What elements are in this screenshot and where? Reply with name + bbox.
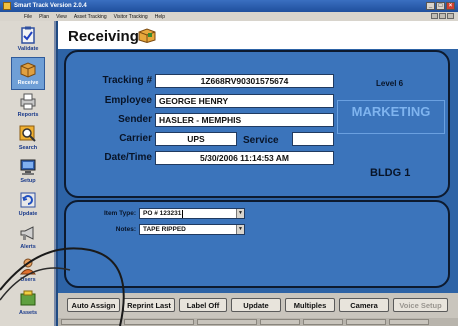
service-label: Service (237, 132, 292, 148)
menu-plan[interactable]: Plan (39, 14, 49, 20)
level-text: Level 6 (376, 79, 404, 88)
sidebar: Validate Receive Reports Search Setup Up… (0, 21, 56, 326)
camera-button[interactable]: Camera (339, 298, 389, 312)
employee-label: Employee (104, 95, 152, 106)
tracking-field[interactable]: 1Z668RV90301575674 (155, 74, 334, 88)
sidebar-item-label: Search (18, 145, 38, 151)
doc-close-button[interactable] (447, 13, 454, 19)
sidebar-item-alerts[interactable]: Alerts (11, 222, 45, 255)
page-title: Receiving (68, 28, 139, 45)
sidebar-item-label: Alerts (20, 244, 36, 250)
close-button[interactable]: × (446, 2, 455, 10)
status-cell (260, 319, 300, 325)
menu-file[interactable]: File (24, 14, 32, 20)
sidebar-item-label: Setup (20, 178, 36, 184)
chevron-down-icon[interactable]: ▼ (236, 209, 244, 218)
department-text: MARKETING (351, 104, 431, 119)
sidebar-item-label: Receive (17, 80, 39, 86)
datetime-label: Date/Time (104, 152, 152, 163)
update-icon (18, 190, 38, 210)
status-cell (303, 319, 343, 325)
minimize-button[interactable]: _ (426, 2, 435, 10)
update-button[interactable]: Update (231, 298, 281, 312)
status-cell (61, 319, 121, 325)
service-field[interactable] (292, 132, 334, 146)
assets-icon (18, 289, 38, 309)
sidebar-item-receive[interactable]: Receive (11, 57, 45, 90)
doc-minimize-button[interactable] (431, 13, 438, 19)
sidebar-item-label: Reports (17, 112, 39, 118)
department-box: MARKETING (337, 100, 445, 134)
printer-icon (18, 91, 38, 111)
doc-restore-button[interactable] (439, 13, 446, 19)
status-cell (389, 319, 429, 325)
package-icon (138, 27, 156, 44)
computer-icon (18, 157, 38, 177)
sidebar-item-validate[interactable]: Validate (11, 24, 45, 57)
menu-bar: File Plan View Asset Tracking Visitor Tr… (0, 12, 458, 21)
item-type-value: PO # 123231 (143, 210, 182, 217)
megaphone-icon (18, 223, 38, 243)
building-text: BLDG 1 (370, 167, 411, 179)
item-type-label: Item Type: (103, 210, 136, 217)
status-cell (346, 319, 386, 325)
sidebar-item-label: Users (20, 277, 36, 283)
status-bar (58, 318, 458, 326)
menu-visitor-tracking[interactable]: Visitor Tracking (114, 14, 148, 20)
sender-field[interactable]: HASLER - MEMPHIS (155, 113, 334, 127)
user-icon (18, 256, 38, 276)
package-icon (18, 59, 38, 79)
notes-label: Notes: (115, 226, 136, 233)
clipboard-icon (18, 25, 38, 45)
carrier-label: Carrier (119, 133, 152, 144)
window-title-bar: Smart Track Version 2.0.4 _ □ × (0, 0, 458, 12)
maximize-button[interactable]: □ (436, 2, 445, 10)
sidebar-item-search[interactable]: Search (11, 123, 45, 156)
tracking-label: Tracking # (102, 75, 152, 86)
chevron-down-icon[interactable]: ▼ (236, 225, 244, 234)
notes-combo[interactable]: TAPE RIPPED ▼ (139, 224, 245, 235)
sidebar-item-assets[interactable]: Assets (11, 288, 45, 321)
magnifier-icon (18, 124, 38, 144)
status-cell (197, 319, 257, 325)
item-type-combo[interactable]: PO # 123231 ▼ (139, 208, 245, 219)
sidebar-item-label: Validate (17, 46, 39, 52)
label-off-button[interactable]: Label Off (179, 298, 227, 312)
carrier-field[interactable]: UPS (155, 132, 237, 146)
notes-value: TAPE RIPPED (143, 226, 186, 233)
voice-setup-button: Voice Setup (393, 298, 448, 312)
window-title: Smart Track Version 2.0.4 (14, 3, 87, 9)
app-icon (3, 2, 11, 10)
menu-view[interactable]: View (56, 14, 67, 20)
reprint-last-button[interactable]: Reprint Last (123, 298, 175, 312)
menu-help[interactable]: Help (155, 14, 165, 20)
window-controls: _ □ × (426, 2, 455, 10)
sidebar-item-users[interactable]: Users (11, 255, 45, 288)
sidebar-item-update[interactable]: Update (11, 189, 45, 222)
sidebar-item-label: Update (18, 211, 38, 217)
sidebar-item-label: Assets (18, 310, 38, 316)
status-cell (124, 319, 194, 325)
datetime-field[interactable]: 5/30/2006 11:14:53 AM (155, 151, 334, 165)
sender-label: Sender (118, 114, 152, 125)
sidebar-item-reports[interactable]: Reports (11, 90, 45, 123)
document-window-controls (431, 13, 454, 19)
text-cursor (182, 209, 184, 218)
auto-assign-button[interactable]: Auto Assign (67, 298, 120, 312)
multiples-button[interactable]: Multiples (285, 298, 335, 312)
employee-field[interactable]: GEORGE HENRY (155, 94, 334, 108)
menu-asset-tracking[interactable]: Asset Tracking (74, 14, 107, 20)
sidebar-item-setup[interactable]: Setup (11, 156, 45, 189)
